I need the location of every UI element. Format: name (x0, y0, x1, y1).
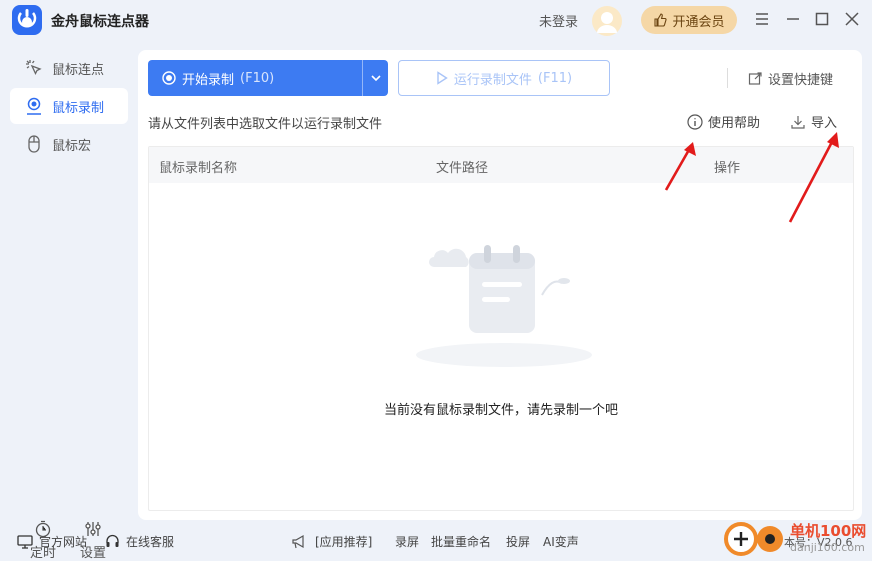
sidebar-item-click[interactable]: 鼠标连点 (10, 50, 128, 86)
start-record-main[interactable]: 开始录制 (F10) (148, 69, 362, 88)
shortcut-icon (748, 72, 762, 85)
sidebar-item-record[interactable]: 鼠标录制 (10, 88, 128, 124)
sidebar-item-label: 鼠标录制 (52, 100, 105, 116)
service-link[interactable]: 在线客服 (105, 533, 174, 550)
click-burst-icon (26, 60, 42, 75)
website-label: 官方网站 (39, 535, 88, 549)
minimize-icon[interactable] (784, 10, 802, 28)
toolbar-divider (727, 68, 728, 88)
sidebar-item-macro[interactable]: 鼠标宏 (10, 126, 128, 162)
recommend-section: [应用推荐] (291, 533, 372, 550)
play-icon (437, 71, 448, 85)
link-batch-rename[interactable]: 批量重命名 (431, 533, 491, 550)
column-header-path: 文件路径 (436, 161, 489, 176)
column-header-actions: 操作 (714, 161, 741, 176)
shortcut-settings-button[interactable]: 设置快捷键 (748, 69, 833, 88)
shortcut-label: 设置快捷键 (768, 73, 834, 88)
annotation-arrow-import (788, 132, 839, 223)
avatar[interactable] (592, 6, 622, 36)
info-icon (687, 113, 703, 130)
login-status[interactable]: 未登录 (539, 11, 578, 30)
link-screen-record[interactable]: 录屏 (395, 533, 419, 550)
run-record-label: 运行录制文件 (453, 72, 532, 88)
run-record-button[interactable]: 运行录制文件 (F11) (398, 60, 610, 96)
watermark-title: 单机100网 (790, 522, 867, 540)
thumbs-up-icon (654, 13, 668, 27)
table-header: 鼠标录制名称 文件路径 操作 (149, 147, 853, 183)
app-logo-icon (12, 5, 42, 35)
title-bar: 金舟鼠标连点器 未登录 开通会员 (0, 0, 872, 40)
column-header-name: 鼠标录制名称 (159, 161, 238, 176)
record-icon (162, 71, 176, 85)
maximize-icon[interactable] (813, 10, 831, 28)
link-screen-cast[interactable]: 投屏 (506, 533, 530, 550)
help-label: 使用帮助 (708, 116, 761, 131)
sidebar-item-label: 鼠标连点 (52, 62, 105, 78)
vip-button[interactable]: 开通会员 (641, 6, 737, 34)
mouse-icon (28, 135, 40, 153)
app-title: 金舟鼠标连点器 (51, 14, 149, 30)
vip-label: 开通会员 (672, 14, 725, 30)
main-panel: 开始录制 (F10) 运行录制文件 (F11) 设置快捷键 请从文件列表中选取文… (138, 50, 862, 520)
start-record-button[interactable]: 开始录制 (F10) (148, 60, 388, 96)
sidebar: 鼠标连点 鼠标录制 鼠标宏 定时 设置 (0, 50, 137, 561)
help-button[interactable]: 使用帮助 (687, 112, 760, 131)
close-icon[interactable] (843, 10, 861, 28)
start-record-hotkey: (F10) (240, 70, 275, 86)
megaphone-icon (292, 534, 304, 549)
record-dropdown[interactable] (362, 60, 388, 96)
service-label: 在线客服 (126, 535, 175, 549)
empty-calendar-illustration (416, 245, 592, 367)
run-record-hotkey: (F11) (537, 70, 573, 86)
menu-icon[interactable] (753, 10, 771, 28)
hint-text: 请从文件列表中选取文件以运行录制文件 (148, 117, 383, 132)
start-record-label: 开始录制 (182, 72, 235, 88)
record-user-icon (27, 97, 41, 115)
empty-state-text: 当前没有鼠标录制文件，请先录制一个吧 (383, 403, 618, 418)
chevron-down-icon (370, 75, 381, 82)
monitor-icon (17, 534, 33, 549)
annotation-arrow-help (664, 142, 696, 191)
headset-icon (106, 534, 119, 547)
recommend-label: [应用推荐] (315, 535, 373, 549)
watermark-url: danji100.com (790, 541, 865, 554)
link-ai-voice[interactable]: AI变声 (543, 533, 579, 550)
sidebar-item-label: 鼠标宏 (52, 138, 92, 154)
website-link[interactable]: 官方网站 (17, 533, 87, 550)
recordings-table: 鼠标录制名称 文件路径 操作 当前没有鼠标录制文件，请先录制一个吧 (148, 146, 854, 511)
